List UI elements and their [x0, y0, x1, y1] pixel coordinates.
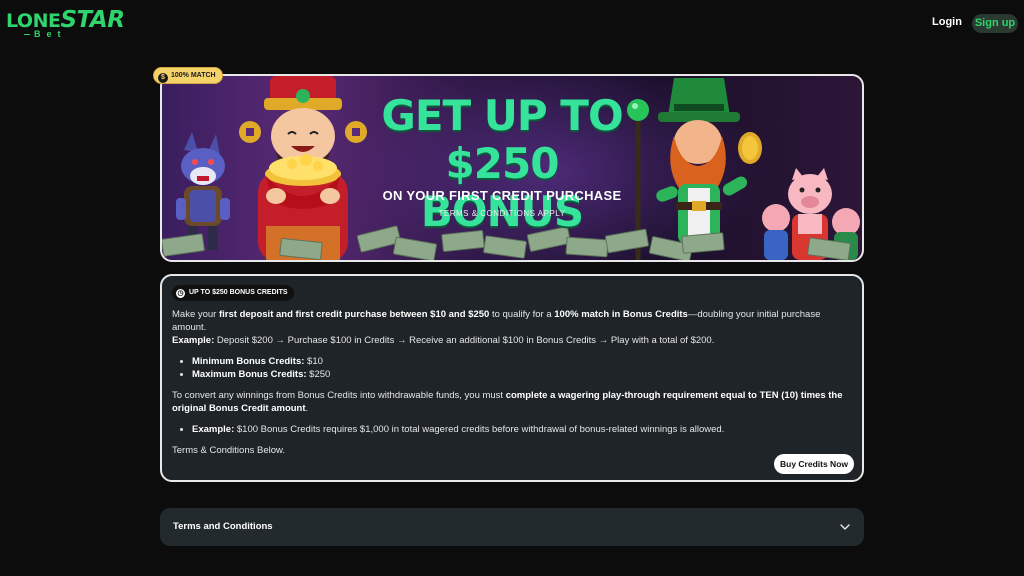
dollar-coin-icon: $ [158, 73, 168, 83]
match-badge-label: 100% MATCH [171, 72, 216, 79]
bonus-details-card: ◷ UP TO $250 BONUS CREDITS Make your firs… [160, 274, 864, 482]
logo-subtitle: Bet [24, 29, 67, 39]
terms-accordion-label: Terms and Conditions [173, 521, 273, 532]
wagering-paragraph: To convert any winnings from Bonus Credi… [172, 389, 856, 415]
text-span: Make your [172, 309, 219, 320]
min-label: Minimum Bonus Credits: [192, 356, 305, 367]
bold-span: first deposit and first credit purchase … [219, 309, 490, 320]
example-paragraph: Example: Deposit $200 → Purchase $100 in… [172, 334, 856, 347]
wagering-example-list: Example: $100 Bonus Credits requires $1,… [192, 423, 856, 436]
terms-below-text: Terms & Conditions Below. [172, 445, 285, 456]
banner-subheadline: ON YOUR FIRST CREDIT PURCHASE [382, 188, 622, 203]
signup-button[interactable]: Sign up [972, 14, 1018, 33]
login-link[interactable]: Login [932, 16, 962, 28]
text-span: . [305, 403, 309, 414]
bold-span: 100% match in Bonus Credits [554, 309, 688, 320]
list-item-max: Maximum Bonus Credits: $250 [192, 368, 856, 381]
promo-banner: GET UP TO $250 BONUS ON YOUR FIRST CREDI… [160, 74, 864, 262]
headline-line-1: GET UP TO [381, 91, 623, 140]
bonus-chip-label: UP TO $250 BONUS CREDITS [189, 289, 288, 296]
list-item-example: Example: $100 Bonus Credits requires $1,… [192, 423, 856, 436]
lonestar-logo[interactable]: LONESTAR Bet [6, 9, 125, 41]
limits-list: Minimum Bonus Credits: $10 Maximum Bonus… [192, 355, 856, 381]
buy-credits-button[interactable]: Buy Credits Now [774, 454, 854, 474]
bonus-intro-paragraph: Make your first deposit and first credit… [172, 308, 856, 334]
bonus-chip: ◷ UP TO $250 BONUS CREDITS [172, 285, 294, 301]
example-label: Example: [192, 424, 235, 435]
match-badge: $100% MATCH [153, 67, 223, 84]
text-span: to qualify for a [489, 309, 555, 320]
min-value: $10 [304, 356, 323, 367]
example-text: Deposit $200 → Purchase $100 in Credits … [214, 335, 715, 346]
chevron-down-icon[interactable] [839, 521, 851, 533]
site-header: LONESTAR Bet Login Sign up [0, 0, 1024, 48]
banner-terms-note: TERMS & CONDITIONS APPLY [438, 209, 566, 218]
example-text: $100 Bonus Credits requires $1,000 in to… [234, 424, 725, 435]
clock-icon: ◷ [176, 289, 185, 298]
text-span: To convert any winnings from Bonus Credi… [172, 390, 506, 401]
terms-accordion[interactable]: Terms and Conditions [160, 508, 864, 546]
example-label: Example: [172, 335, 215, 346]
list-item-min: Minimum Bonus Credits: $10 [192, 355, 856, 368]
max-label: Maximum Bonus Credits: [192, 369, 307, 380]
bonus-description: Make your first deposit and first credit… [172, 308, 856, 457]
logo-part-star: STAR [60, 7, 125, 33]
max-value: $250 [306, 369, 331, 380]
